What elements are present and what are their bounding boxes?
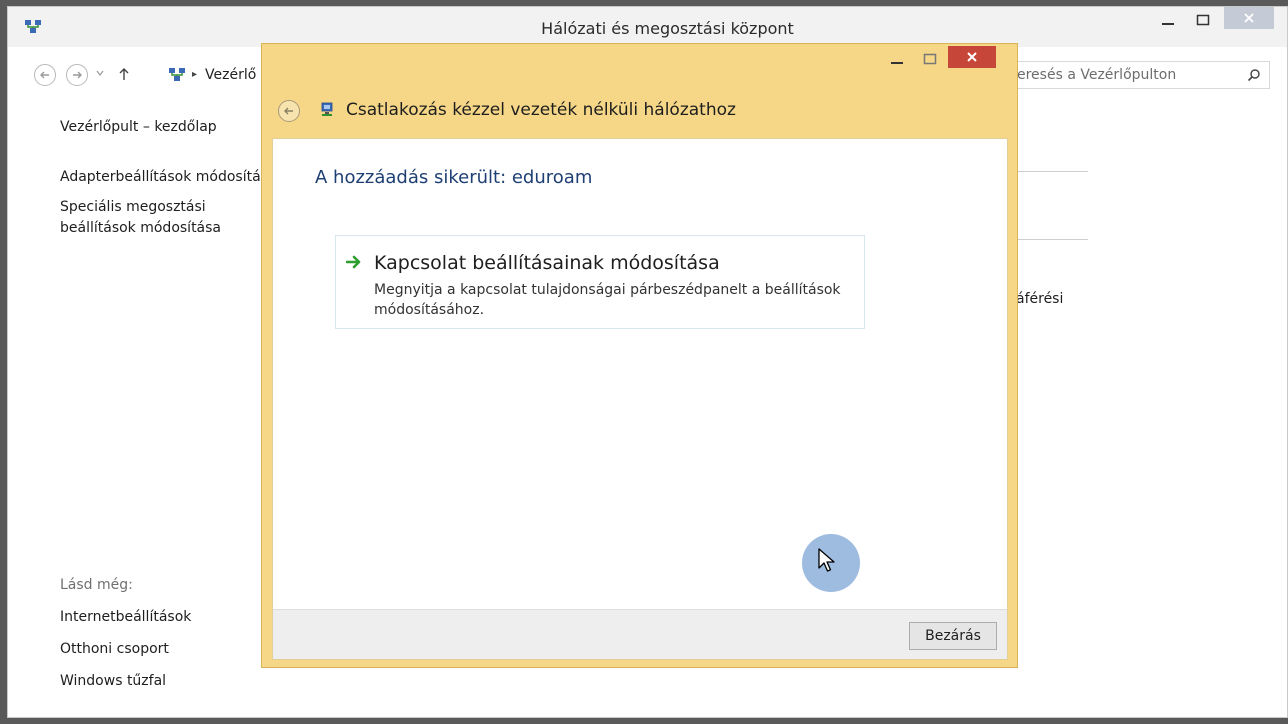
search-input[interactable]: eresés a Vezérlőpulton [1008, 61, 1270, 89]
minimize-icon [891, 62, 903, 64]
option-description: Megnyitja a kapcsolat tulajdonságai párb… [374, 282, 841, 318]
dialog-back-button[interactable] [278, 100, 300, 122]
sharing-settings-link-line2[interactable]: beállítások módosítása [60, 220, 221, 236]
divider [1018, 171, 1088, 172]
connect-wireless-dialog: Csatlakozás kézzel vezeték nélküli hálóz… [261, 43, 1018, 668]
dialog-content: A hozzáadás sikerült: eduroam Kapcsolat … [272, 138, 1008, 660]
option-title[interactable]: Kapcsolat beállításainak módosítása [374, 252, 720, 274]
maximize-icon [923, 53, 937, 65]
see-also-heading: Lásd még: [60, 577, 133, 593]
maximize-button[interactable] [1188, 7, 1218, 33]
back-button[interactable] [34, 64, 56, 86]
homegroup-link[interactable]: Otthoni csoport [60, 641, 169, 657]
arrow-up-icon[interactable] [118, 67, 130, 81]
close-icon [1244, 13, 1254, 23]
close-window-button[interactable] [1224, 7, 1274, 29]
wireless-network-icon [321, 102, 333, 116]
arrow-left-icon [284, 107, 293, 115]
arrow-left-icon [40, 71, 49, 79]
main-titlebar: Hálózati és megosztási központ [8, 7, 1287, 47]
change-connection-settings-option[interactable]: Kapcsolat beállításainak módosítása Megn… [335, 235, 865, 329]
close-icon [967, 52, 977, 62]
dialog-footer: Bezárás [273, 609, 1007, 659]
control-panel-icon [169, 68, 185, 81]
adapter-settings-link[interactable]: Adapterbeállítások módosítá [60, 169, 261, 185]
forward-button[interactable] [66, 64, 88, 86]
search-placeholder: eresés a Vezérlőpulton [1017, 67, 1177, 83]
success-message: A hozzáadás sikerült: eduroam [315, 167, 593, 188]
close-button[interactable]: Bezárás [909, 622, 997, 650]
control-panel-home-link[interactable]: Vezérlőpult – kezdőlap [60, 119, 217, 135]
dialog-minimize-button[interactable] [882, 48, 912, 70]
green-arrow-icon [346, 255, 361, 269]
windows-firewall-link[interactable]: Windows tűzfal [60, 673, 166, 689]
search-icon[interactable] [1247, 68, 1261, 82]
breadcrumb[interactable]: Vezérlő [205, 67, 256, 83]
window-title: Hálózati és megosztási központ [541, 19, 794, 38]
internet-options-link[interactable]: Internetbeállítások [60, 609, 191, 625]
dialog-close-button[interactable] [948, 46, 996, 68]
dialog-maximize-button[interactable] [915, 48, 945, 70]
divider [1018, 239, 1088, 240]
mouse-pointer-icon [818, 548, 835, 572]
breadcrumb-separator: ▸ [192, 69, 198, 80]
dialog-title: Csatlakozás kézzel vezeték nélküli hálóz… [346, 100, 736, 120]
chevron-down-icon[interactable] [96, 69, 104, 77]
arrow-right-icon [73, 71, 82, 79]
minimize-button[interactable] [1154, 7, 1182, 33]
access-type-fragment: áférési [1016, 291, 1064, 307]
maximize-icon [1196, 14, 1210, 26]
minimize-icon [1162, 23, 1174, 25]
sharing-settings-link-line1[interactable]: Speciális megosztási [60, 199, 206, 215]
